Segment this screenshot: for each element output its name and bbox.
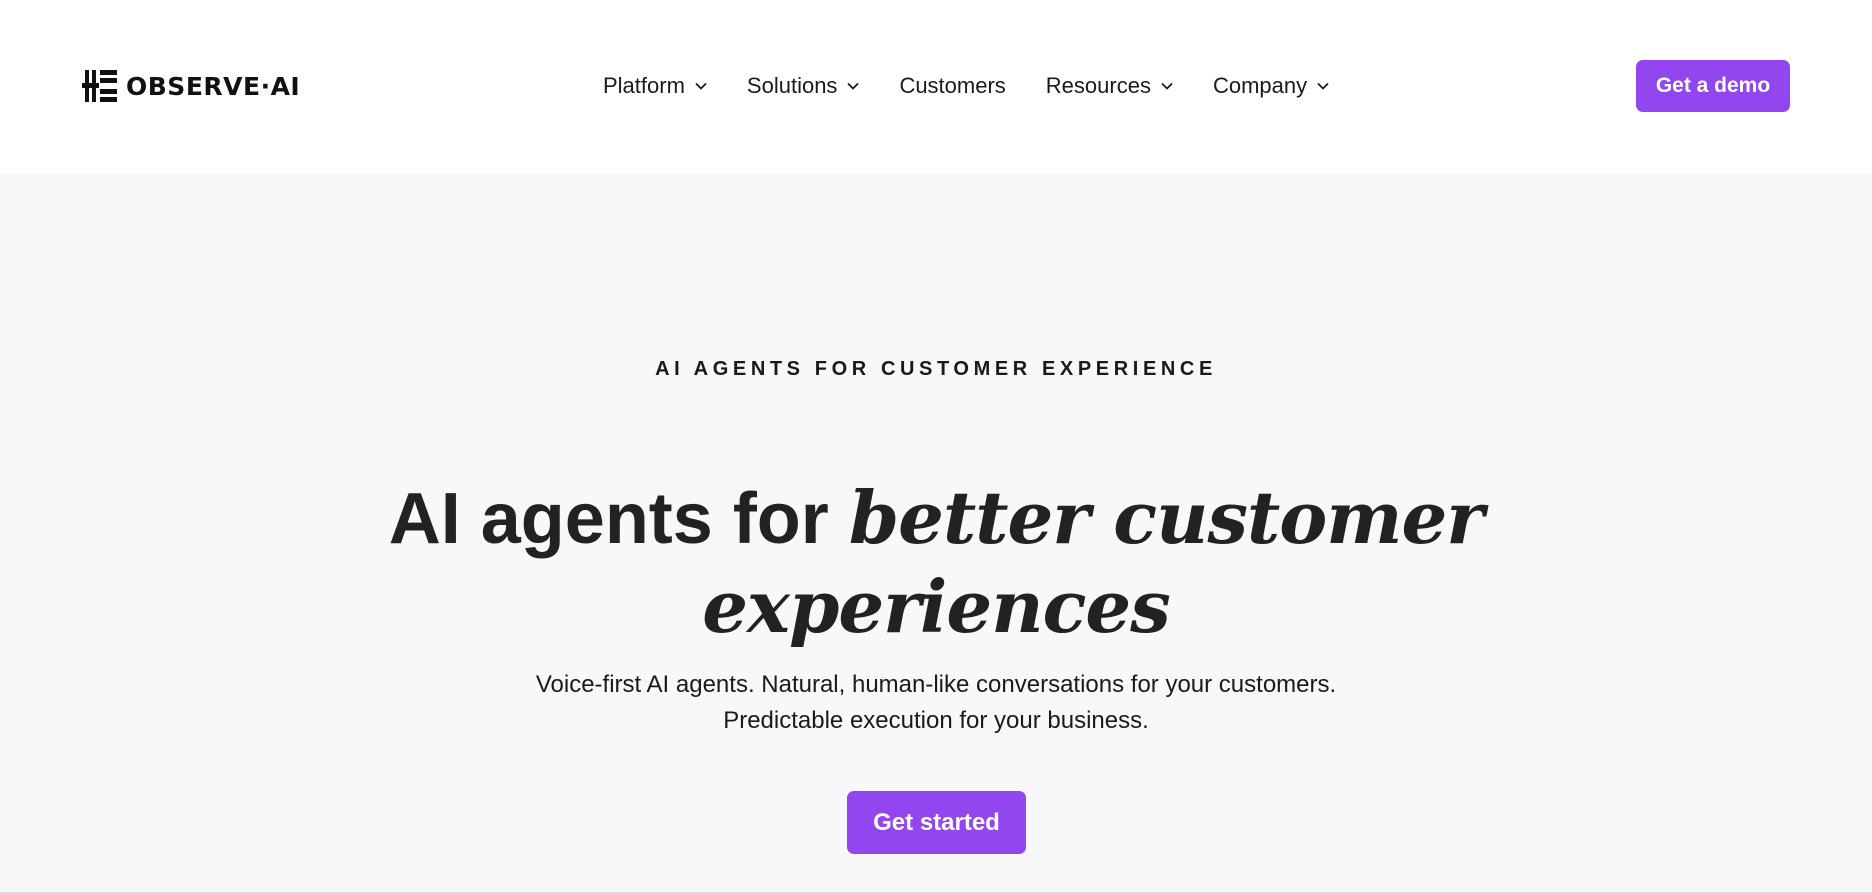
nav-item-customers[interactable]: Customers [899, 73, 1005, 99]
nav-item-label: Solutions [746, 73, 838, 98]
chevron-down-icon [847, 82, 860, 90]
hero-headline: AI agents for better customer experience… [0, 474, 1872, 652]
nav-item-solutions[interactable]: Solutions [747, 73, 860, 99]
headline-italic-1: better customer [848, 475, 1484, 560]
nav-item-platform[interactable]: Platform [603, 73, 707, 99]
chevron-down-icon [1317, 82, 1329, 90]
headline-italic-2: experiences [702, 564, 1171, 649]
page: OBSERVE·AI Platform Solutions Customers … [0, 0, 1872, 894]
hero-eyebrow: AI AGENTS FOR CUSTOMER EXPERIENCE [655, 358, 1217, 380]
chevron-down-icon [695, 82, 707, 90]
nav-item-resources[interactable]: Resources [1046, 73, 1173, 99]
nav-item-company[interactable]: Company [1213, 73, 1329, 99]
nav-item-label: Customers [899, 73, 1006, 98]
logo[interactable]: OBSERVE·AI [82, 68, 300, 104]
hero-section: AI AGENTS FOR CUSTOMER EXPERIENCE AI age… [0, 174, 1872, 892]
nav-item-label: Platform [603, 73, 685, 98]
get-a-demo-button[interactable]: Get a demo [1636, 60, 1790, 112]
subtext-line-2: Predictable execution for your business. [723, 707, 1149, 734]
nav-item-label: Company [1212, 73, 1308, 98]
chevron-down-icon [1161, 82, 1173, 90]
hero-subtext: Voice-first AI agents. Natural, human-li… [0, 667, 1872, 739]
headline-plain: AI agents for [388, 479, 829, 559]
subtext-line-1: Voice-first AI agents. Natural, human-li… [535, 671, 1337, 698]
observe-ai-bars-icon [82, 70, 117, 102]
logo-text: OBSERVE·AI [126, 71, 301, 101]
nav-item-label: Resources [1045, 73, 1151, 98]
get-started-button[interactable]: Get started [847, 791, 1026, 854]
main-nav: Platform Solutions Customers Resources C… [603, 66, 1329, 106]
site-header: OBSERVE·AI Platform Solutions Customers … [0, 0, 1872, 174]
